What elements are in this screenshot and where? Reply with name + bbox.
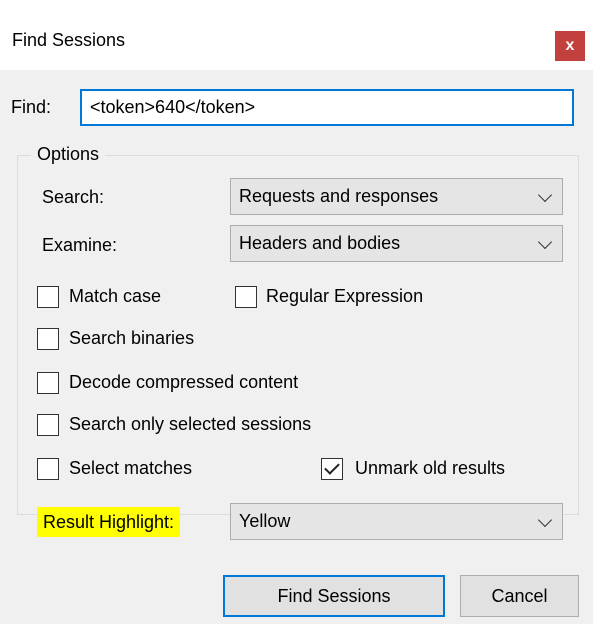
regular-expression-label: Regular Expression [266, 286, 424, 306]
unmark-old-checkbox[interactable] [321, 458, 343, 480]
result-highlight-label: Result Highlight: [37, 507, 181, 537]
search-selected-label: Search only selected sessions [69, 414, 312, 434]
decode-compressed-label: Decode compressed content [69, 372, 299, 392]
search-label: Search: [42, 187, 105, 207]
examine-label: Examine: [42, 235, 118, 255]
match-case-label: Match case [69, 286, 162, 306]
result-highlight-select[interactable]: Yellow [230, 503, 563, 540]
search-select[interactable]: Requests and responses [230, 178, 563, 215]
chevron-down-icon [537, 234, 553, 249]
result-highlight-value: Yellow [239, 511, 291, 531]
options-legend: Options [31, 144, 106, 165]
select-matches-checkbox[interactable] [37, 458, 59, 480]
search-binaries-checkbox[interactable] [37, 328, 59, 350]
find-sessions-button[interactable]: Find Sessions [223, 575, 445, 617]
chevron-down-icon [537, 512, 553, 527]
search-binaries-label: Search binaries [69, 328, 195, 348]
examine-select-value: Headers and bodies [239, 233, 401, 253]
find-label: Find: [11, 97, 52, 117]
search-selected-checkbox[interactable] [37, 414, 59, 436]
title-bar: Find Sessions x [0, 0, 593, 61]
search-select-value: Requests and responses [239, 186, 439, 206]
close-button[interactable]: x [555, 31, 585, 61]
decode-compressed-checkbox[interactable] [37, 372, 59, 394]
match-case-checkbox[interactable] [37, 286, 59, 308]
find-input[interactable] [80, 89, 574, 126]
chevron-down-icon [537, 187, 553, 202]
dialog-title: Find Sessions [12, 30, 126, 50]
examine-select[interactable]: Headers and bodies [230, 225, 563, 262]
unmark-old-label: Unmark old results [355, 458, 506, 478]
cancel-button[interactable]: Cancel [460, 575, 579, 617]
regular-expression-checkbox[interactable] [235, 286, 257, 308]
select-matches-label: Select matches [69, 458, 193, 478]
